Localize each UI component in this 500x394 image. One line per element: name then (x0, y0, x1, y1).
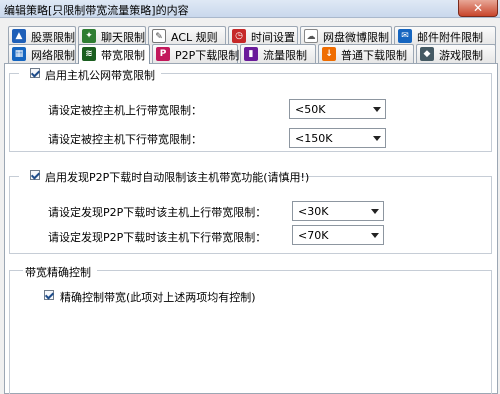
p2p-upload-limit-value: <30K (298, 205, 329, 218)
tab-mail-attachment-limit[interactable]: ✉ 邮件附件限制 (394, 26, 496, 45)
group-border (9, 73, 19, 74)
download-limit-value: <150K (295, 132, 333, 145)
p2p-download-limit-select[interactable]: <70K (292, 225, 384, 245)
upload-limit-label: 请设定被控主机上行带宽限制： (48, 104, 202, 117)
chevron-down-icon (371, 209, 379, 214)
download-limit-select[interactable]: <150K (289, 128, 386, 148)
chat-icon: ✦ (82, 29, 96, 43)
tab-normal-download-limit[interactable]: ↓ 普通下载限制 (318, 44, 414, 63)
group-border (9, 253, 492, 254)
tab-chat-limit[interactable]: ✦ 聊天限制 (78, 26, 146, 45)
group-border (9, 151, 492, 152)
netdisk-icon: ☁ (304, 29, 318, 43)
enable-host-bandwidth-label: 启用主机公网带宽限制 (45, 69, 155, 82)
group-border (491, 176, 492, 253)
tab-label: 带宽限制 (101, 49, 145, 62)
tab-label: P2P下载限制 (175, 49, 240, 62)
tab-acl-rules[interactable]: ✎ ACL 规则 (148, 26, 226, 45)
chevron-down-icon (373, 136, 381, 141)
tab-network-limit[interactable]: ▦ 网络限制 (8, 44, 76, 63)
tab-traffic-limit[interactable]: ▮ 流量限制 (240, 44, 316, 63)
tab-label: 游戏限制 (439, 49, 483, 62)
tab-label: ACL 规则 (171, 31, 218, 44)
close-button[interactable]: ✕ (458, 0, 498, 17)
precise-control-checkbox[interactable] (44, 290, 54, 300)
bandwidth-icon: ≋ (82, 47, 96, 61)
tab-time-settings[interactable]: ◷ 时间设置 (228, 26, 298, 45)
stock-icon: ▲ (12, 29, 26, 43)
tab-row-2: ▦ 网络限制 ≋ 带宽限制 P P2P下载限制 ▮ 流量限制 ↓ 普通下载限制 … (0, 44, 500, 64)
tab-label: 邮件附件限制 (417, 31, 483, 44)
title-bar: 编辑策略[只限制带宽流量策略]的内容 ✕ (0, 0, 500, 18)
group-border (9, 270, 23, 271)
tab-bandwidth-limit[interactable]: ≋ 带宽限制 (78, 44, 150, 64)
download-limit-label: 请设定被控主机下行带宽限制： (48, 133, 202, 146)
window-title: 编辑策略[只限制带宽流量策略]的内容 (4, 4, 189, 17)
tab-p2p-download-limit[interactable]: P P2P下载限制 (152, 44, 240, 63)
group-border (491, 73, 492, 151)
precise-control-group-title: 带宽精确控制 (25, 266, 91, 279)
enable-p2p-limit-label: 启用发现P2P下载时自动限制该主机带宽功能(请慎用!) (45, 171, 310, 184)
game-icon: ◆ (420, 47, 434, 61)
p2p-download-limit-value: <70K (298, 229, 329, 242)
tab-label: 流量限制 (263, 49, 307, 62)
group-border (9, 73, 10, 151)
mail-icon: ✉ (398, 29, 412, 43)
p2p-download-limit-label: 请设定发现P2P下载时该主机下行带宽限制： (48, 231, 267, 244)
group-border (9, 176, 10, 253)
network-icon: ▦ (12, 47, 26, 61)
clock-icon: ◷ (232, 29, 246, 43)
enable-host-bandwidth-checkbox[interactable] (30, 68, 40, 78)
p2p-icon: P (156, 47, 170, 61)
group-border (491, 270, 492, 394)
group-border (297, 176, 491, 177)
precise-control-label: 精确控制带宽(此项对上述两项均有控制) (60, 291, 256, 304)
tab-netdisk-weibo-limit[interactable]: ☁ 网盘微博限制 (300, 26, 392, 45)
p2p-upload-limit-label: 请设定发现P2P下载时该主机上行带宽限制： (48, 206, 267, 219)
group-border (9, 176, 19, 177)
tab-row-1: ▲ 股票限制 ✦ 聊天限制 ✎ ACL 规则 ◷ 时间设置 ☁ 网盘微博限制 ✉… (0, 26, 500, 46)
close-icon: ✕ (472, 1, 484, 15)
group-border (97, 270, 491, 271)
tab-label: 股票限制 (31, 31, 75, 44)
tab-label: 时间设置 (251, 31, 295, 44)
upload-limit-select[interactable]: <50K (289, 99, 386, 119)
tab-label: 网络限制 (31, 49, 75, 62)
enable-p2p-limit-checkbox[interactable] (30, 170, 40, 180)
chevron-down-icon (373, 107, 381, 112)
chevron-down-icon (371, 233, 379, 238)
upload-limit-value: <50K (295, 103, 326, 116)
group-border (161, 73, 491, 74)
tab-label: 聊天限制 (101, 31, 145, 44)
tab-label: 普通下载限制 (341, 49, 407, 62)
tab-label: 网盘微博限制 (323, 31, 389, 44)
acl-icon: ✎ (152, 29, 166, 43)
tab-stock-limit[interactable]: ▲ 股票限制 (8, 26, 76, 45)
group-border (9, 270, 10, 394)
traffic-icon: ▮ (244, 47, 258, 61)
tab-game-limit[interactable]: ◆ 游戏限制 (416, 44, 496, 63)
bandwidth-limit-panel: 启用主机公网带宽限制 请设定被控主机上行带宽限制： <50K 请设定被控主机下行… (4, 63, 498, 394)
download-icon: ↓ (322, 47, 336, 61)
p2p-upload-limit-select[interactable]: <30K (292, 201, 384, 221)
